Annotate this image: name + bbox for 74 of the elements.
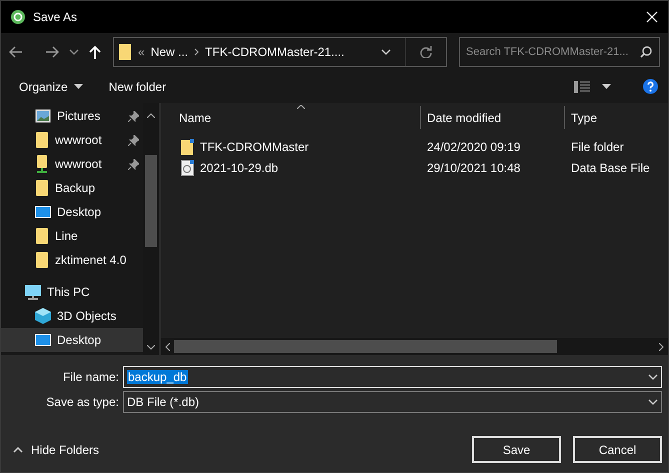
desktop-icon xyxy=(35,334,51,346)
file-name-field[interactable]: backup_db xyxy=(123,366,662,388)
type-cell-text: Data Base File xyxy=(570,160,651,174)
scroll-down-icon[interactable] xyxy=(147,345,155,350)
folder-icon xyxy=(118,42,132,60)
search-field[interactable]: Search TFK-CDROMMaster-21... xyxy=(459,36,660,66)
sidebar-item[interactable]: Backup xyxy=(1,176,143,200)
folder-icon xyxy=(35,227,49,245)
folder-icon xyxy=(35,179,49,197)
breadcrumb-overflow[interactable]: « xyxy=(138,44,145,58)
dropdown-caret-icon[interactable] xyxy=(648,374,658,380)
back-arrow-icon[interactable] xyxy=(9,46,23,58)
search-icon xyxy=(640,46,652,58)
view-options-button[interactable] xyxy=(574,80,611,92)
scroll-up-icon[interactable] xyxy=(147,113,155,118)
up-arrow-icon[interactable] xyxy=(89,44,101,58)
sidebar-item[interactable]: Desktop xyxy=(1,200,143,224)
scroll-left-icon[interactable] xyxy=(165,342,170,350)
chevron-up-icon xyxy=(13,446,23,452)
network-folder-icon xyxy=(35,155,49,173)
chevron-right-icon xyxy=(194,48,200,56)
pin-icon[interactable] xyxy=(128,110,139,122)
folder-icon xyxy=(181,138,194,154)
database-file-icon xyxy=(181,160,194,176)
cancel-button[interactable]: Cancel xyxy=(573,436,662,463)
scroll-right-icon[interactable] xyxy=(659,342,664,350)
sidebar-item[interactable]: wwwroot xyxy=(1,152,143,176)
date-cell-text: 24/02/2020 09:19 xyxy=(426,140,522,154)
new-folder-button[interactable]: New folder xyxy=(108,80,166,94)
folder-icon xyxy=(35,131,49,149)
sidebar-item[interactable]: zktimenet 4.0 xyxy=(1,248,143,272)
breadcrumb[interactable]: New ... xyxy=(150,44,188,58)
refresh-icon[interactable] xyxy=(420,46,432,58)
sidebar-item[interactable]: Line xyxy=(1,224,143,248)
sidebar-item[interactable]: 3D Objects xyxy=(1,304,143,328)
organize-button[interactable]: Organize xyxy=(19,80,83,94)
sidebar-item[interactable]: wwwroot xyxy=(1,128,143,152)
file-name-cell[interactable]: 2021-10-29.db xyxy=(161,160,421,176)
app-icon xyxy=(11,10,25,24)
close-icon[interactable] xyxy=(646,11,658,23)
column-header[interactable]: Name xyxy=(161,106,421,129)
field-label: File name: xyxy=(62,370,120,384)
sidebar-item[interactable]: Desktop xyxy=(1,328,143,352)
breadcrumb[interactable]: TFK-CDROMMaster-21.... xyxy=(205,44,344,58)
cube-icon xyxy=(35,308,51,324)
help-icon[interactable] xyxy=(643,79,658,94)
folder-icon xyxy=(35,251,49,269)
field-label: Save as type: xyxy=(45,395,120,409)
sort-caret-icon xyxy=(297,105,305,109)
pin-icon[interactable] xyxy=(128,134,139,146)
computer-icon xyxy=(25,284,41,300)
details-view-icon xyxy=(574,80,590,92)
picture-icon xyxy=(35,109,51,123)
column-header[interactable]: Type xyxy=(565,106,668,129)
horizontal-scrollbar[interactable] xyxy=(161,338,668,355)
desktop-icon xyxy=(35,206,51,218)
hide-folders-button[interactable]: Hide Folders xyxy=(13,442,100,456)
file-name-cell[interactable]: TFK-CDROMMaster xyxy=(161,138,421,154)
file-type-dropdown[interactable]: DB File (*.db) xyxy=(123,391,662,413)
caret-icon xyxy=(74,84,83,89)
column-header[interactable]: Date modified xyxy=(421,106,565,129)
dropdown-caret-icon[interactable] xyxy=(648,399,658,405)
sidebar-item[interactable]: This PC xyxy=(1,280,143,304)
address-dropdown-icon[interactable] xyxy=(381,48,391,54)
save-button[interactable]: Save xyxy=(472,436,561,463)
caret-icon xyxy=(602,84,611,89)
sidebar-item[interactable]: Pictures xyxy=(1,104,143,128)
forward-arrow-icon[interactable] xyxy=(45,46,59,58)
address-bar[interactable]: « New ... TFK-CDROMMaster-21.... xyxy=(113,36,447,66)
recent-locations-caret-icon[interactable] xyxy=(69,48,79,54)
type-cell-text: File folder xyxy=(570,140,625,154)
window-title: Save As xyxy=(33,10,78,24)
pin-icon[interactable] xyxy=(128,158,139,170)
date-cell-text: 29/10/2021 10:48 xyxy=(426,160,522,174)
